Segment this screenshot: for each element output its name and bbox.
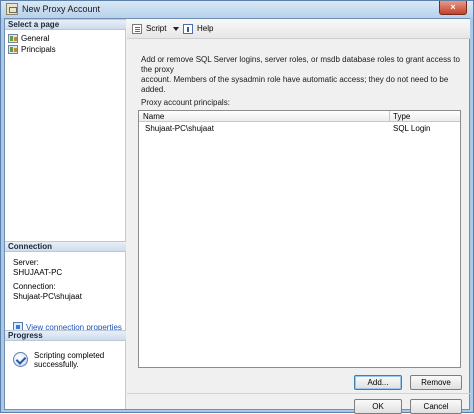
principals-grid[interactable]: Name Type Shujaat-PC\shujaat SQL Login [138,110,461,368]
description-line2: account. Members of the sysadmin role ha… [141,75,449,94]
connection-value: Shujaat-PC\shujaat [13,292,82,301]
column-divider[interactable] [389,111,390,122]
server-value: SHUJAAT-PC [13,268,63,277]
script-icon [132,24,142,34]
connection-header: Connection [5,241,126,252]
nav-item-label: Principals [21,45,56,54]
toolbar: Script Help [127,19,470,39]
page-icon [8,34,18,43]
description-line1: Add or remove SQL Server logins, server … [141,55,460,74]
column-header-name[interactable]: Name [143,112,164,121]
table-row[interactable]: Shujaat-PC\shujaat SQL Login [139,124,460,135]
principals-list-label: Proxy account principals: [141,98,230,107]
window-icon [6,3,18,15]
checkmark-icon [13,352,28,367]
connection-label: Connection: [13,282,56,291]
row-name-cell: Shujaat-PC\shujaat [145,124,214,133]
chevron-down-icon[interactable] [173,27,179,31]
select-page-header: Select a page [5,19,126,30]
nav-item-principals[interactable]: Principals [8,45,118,55]
progress-header: Progress [5,330,126,341]
help-label: Help [197,24,214,33]
add-button[interactable]: Add... [354,375,402,390]
help-icon [183,24,193,34]
close-icon: × [450,2,456,12]
progress-status-line1: Scripting completed [34,351,105,360]
footer-divider [127,393,471,394]
dialog-client: Select a page General Principals Connect… [4,18,471,414]
script-button[interactable]: Script [132,24,180,35]
progress-status-line2: successfully. [34,360,79,369]
nav-item-label: General [21,34,50,43]
window-title: New Proxy Account [22,4,101,14]
dialog-window: New Proxy Account × Select a page Genera… [0,0,474,414]
help-button[interactable]: Help [183,24,219,35]
close-button[interactable]: × [439,1,467,15]
cancel-button[interactable]: Cancel [410,399,462,414]
nav-item-general[interactable]: General [8,34,118,44]
ok-button[interactable]: OK [354,399,402,414]
server-label: Server: [13,258,39,267]
page-icon [8,45,18,54]
grid-header: Name Type [139,111,460,122]
title-bar[interactable]: New Proxy Account × [1,1,473,18]
description-text: Add or remove SQL Server logins, server … [141,55,461,95]
column-header-type[interactable]: Type [393,112,410,121]
script-label: Script [146,24,167,33]
remove-button[interactable]: Remove [410,375,462,390]
row-type-cell: SQL Login [393,124,431,133]
left-pane: Select a page General Principals Connect… [5,19,126,409]
